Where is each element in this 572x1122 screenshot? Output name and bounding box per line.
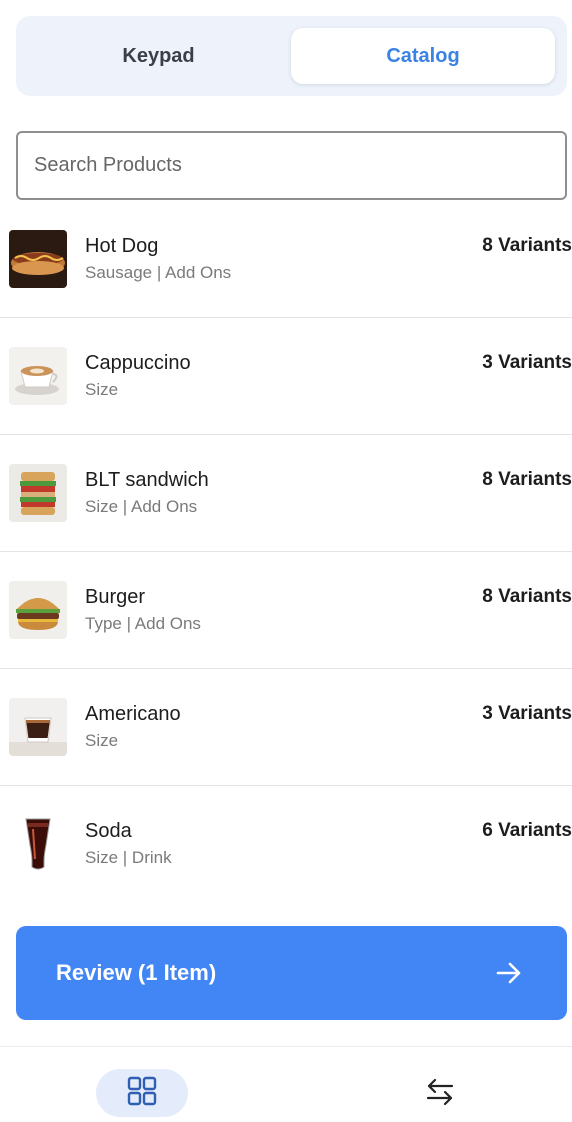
mode-segmented-control: Keypad Catalog [16,16,567,96]
product-name: Hot Dog [85,235,159,257]
product-row[interactable]: Hot Dog Sausage | Add Ons 8 Variants [0,201,572,318]
search-input[interactable] [16,131,567,200]
product-name: Americano [85,703,181,725]
hot-dog-image [9,230,67,288]
swap-arrows-icon [425,1077,455,1112]
product-options: Sausage | Add Ons [85,263,232,282]
product-options: Size [85,731,119,750]
product-name: Soda [85,820,132,842]
americano-image [9,698,67,756]
review-label: Review (1 Item) [56,960,217,985]
soda-image [9,815,67,873]
product-name: Burger [85,586,146,608]
product-variant-count: 3 Variants [482,352,572,373]
sandwich-image [9,464,67,522]
product-list: Hot Dog Sausage | Add Ons 8 Variants Cap… [0,201,572,900]
product-variant-count: 6 Variants [482,820,572,841]
burger-image [9,581,67,639]
product-row[interactable]: Americano Size 3 Variants [0,669,572,786]
product-name: Cappuccino [85,352,191,374]
product-row[interactable]: Cappuccino Size 3 Variants [0,318,572,435]
tab-keypad[interactable]: Keypad [26,28,291,84]
product-variant-count: 3 Variants [482,703,572,724]
product-options: Size | Drink [85,848,172,867]
nav-transactions-button[interactable] [416,1073,464,1115]
product-variant-count: 8 Variants [482,586,572,607]
product-options: Size | Add Ons [85,497,198,516]
product-row[interactable]: Soda Size | Drink 6 Variants [0,786,572,900]
product-options: Type | Add Ons [85,614,201,633]
review-order-button[interactable]: Review (1 Item) [16,926,567,1020]
product-variant-count: 8 Variants [482,235,572,256]
grid-icon [127,1076,157,1111]
bottom-nav-divider [0,1046,572,1047]
product-row[interactable]: BLT sandwich Size | Add Ons 8 Variants [0,435,572,552]
product-name: BLT sandwich [85,469,209,491]
tab-catalog[interactable]: Catalog [291,28,555,84]
nav-catalog-grid-button[interactable] [96,1069,188,1117]
product-variant-count: 8 Variants [482,469,572,490]
product-options: Size [85,380,119,399]
arrow-right-icon [495,959,523,992]
product-row[interactable]: Burger Type | Add Ons 8 Variants [0,552,572,669]
cappuccino-image [9,347,67,405]
